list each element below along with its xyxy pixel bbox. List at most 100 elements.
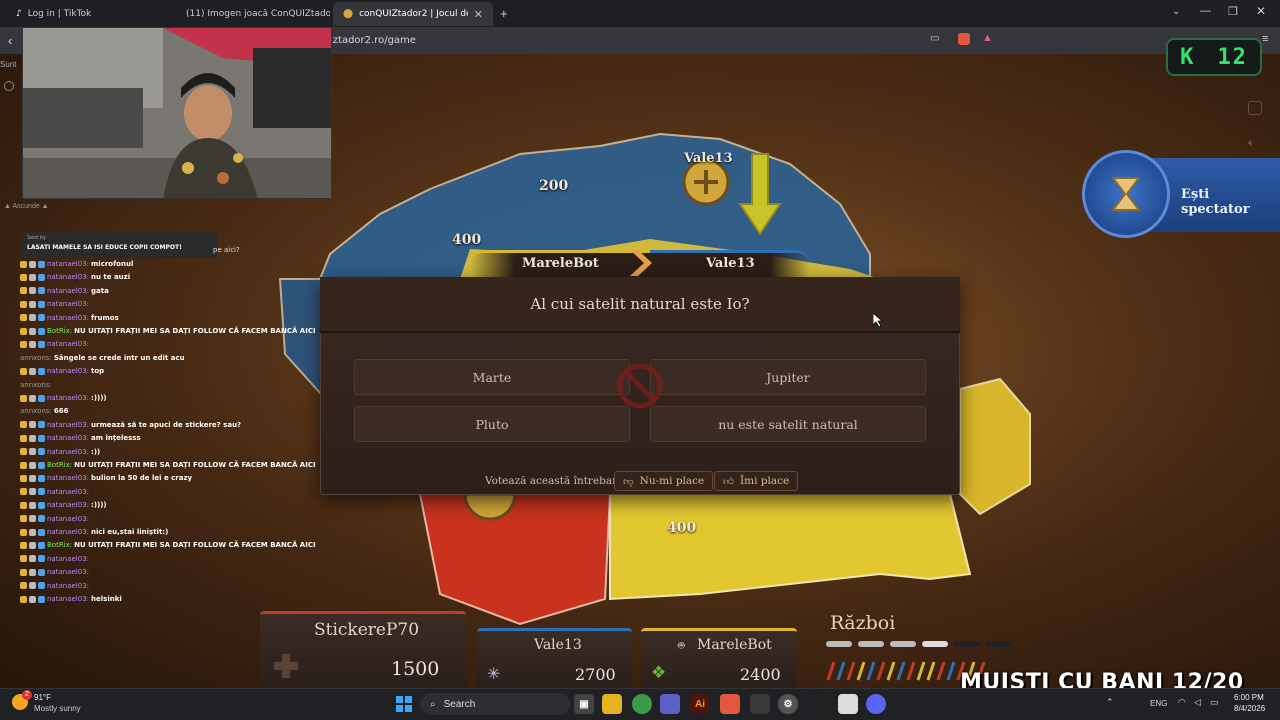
tab-youtube[interactable]: (11) Imogen joacă ConQUIZtador (m (170, 2, 330, 26)
chat-text: 666 (53, 407, 69, 416)
chat-badge-icon (29, 287, 36, 295)
chat-username[interactable]: natanael03: (47, 340, 89, 348)
answer-option[interactable]: nu este satelit natural (650, 406, 926, 442)
chat-badge-icon (20, 582, 27, 590)
chat-badge-icon (38, 273, 45, 281)
chat-badge-icon (20, 327, 27, 335)
minimize-icon[interactable]: — (1200, 5, 1211, 17)
player-crest-icon (274, 654, 298, 678)
thumbs-down-icon: 👎︎ (623, 475, 634, 488)
chat-badge-icon (29, 367, 36, 375)
wifi-icon[interactable]: ◠ (1178, 697, 1186, 708)
brave-icon[interactable] (720, 694, 740, 714)
chat-badge-icon (38, 568, 45, 576)
chat-text: nu te auzi (91, 273, 131, 282)
chat-username[interactable]: BotRix: (47, 327, 72, 335)
hide-chat-toggle[interactable]: ▲ Ascunde ▲ (4, 203, 49, 210)
chat-username[interactable]: natanael03: (47, 273, 89, 281)
tab-conquiztador[interactable]: ⬤ conQUIZtador2 | Jocul de cult ✕ (333, 2, 493, 26)
taskbar-search[interactable]: ⌕ Search (420, 693, 570, 715)
chat-badge-icon (29, 474, 36, 482)
close-tab-icon[interactable]: ✕ (474, 8, 483, 21)
close-window-icon[interactable]: ✕ (1256, 4, 1266, 18)
notification-badge: 2 (22, 690, 32, 700)
app-icon[interactable] (838, 694, 858, 714)
url-field[interactable]: iztador2.ro/game (330, 35, 416, 46)
chat-username[interactable]: natanael03: (47, 555, 89, 563)
chat-username[interactable]: annxons: (20, 407, 52, 415)
chat-badge-icon (38, 541, 45, 549)
chat-text: NU UITAȚI FRAȚII MEI SA DAȚI FOLLOW CĂ F… (74, 541, 316, 550)
file-explorer-icon[interactable] (602, 694, 622, 714)
chat-text: :)) (91, 447, 101, 456)
chat-username[interactable]: annxons: (20, 381, 52, 389)
chat-username[interactable]: natanael03: (47, 568, 89, 576)
illustrator-icon[interactable]: Ai (690, 694, 710, 714)
chat-username[interactable]: natanael03: (47, 394, 89, 402)
chat-username[interactable]: natanael03: (47, 300, 89, 308)
answer-option[interactable]: Jupiter (650, 359, 926, 395)
dislike-button[interactable]: 👎︎ Nu-mi place (614, 471, 714, 491)
answer-option[interactable]: Pluto (354, 406, 630, 442)
screen-icon[interactable]: ▭ (930, 33, 939, 44)
menu-icon[interactable]: ≡ (1262, 33, 1268, 45)
chat-username[interactable]: BotRix: (47, 461, 72, 469)
teams-icon[interactable] (660, 694, 680, 714)
volume-icon[interactable]: ◁ (1194, 697, 1201, 708)
chat-username[interactable]: natanael03: (47, 448, 89, 456)
rewards-icon[interactable]: ▲ (982, 32, 993, 44)
task-view-icon[interactable]: ▣ (574, 694, 594, 714)
maximize-icon[interactable]: ❐ (1228, 5, 1238, 18)
new-tab-button[interactable]: + (500, 6, 508, 21)
chat-message: natanael03: gata (20, 285, 109, 297)
settings-icon[interactable]: ⚙ (778, 694, 798, 714)
bot-icon: 🤖︎ (678, 640, 685, 652)
chat-username[interactable]: annxons: (20, 354, 52, 362)
tab-list-icon[interactable]: ⌄ (1172, 6, 1180, 17)
chrome-icon[interactable] (632, 694, 652, 714)
battery-icon[interactable]: ▭ (1210, 697, 1219, 708)
chat-username[interactable]: natanael03: (47, 314, 89, 322)
back-icon[interactable]: ‹ (8, 33, 12, 48)
language-indicator[interactable]: ENG (1150, 699, 1167, 708)
region-score: 200 (539, 178, 569, 194)
chat-message: natanael03: frumos (20, 312, 119, 324)
score-panel: StickereP70 1500 (260, 611, 466, 688)
chat-username[interactable]: natanael03: (47, 582, 89, 590)
clock-date[interactable]: 8/4/2026 (1234, 704, 1265, 713)
clock-time[interactable]: 6:00 PM (1234, 693, 1264, 702)
like-button[interactable]: 👍︎ Îmi place (714, 471, 799, 491)
tab-tiktok[interactable]: ♪ Log in | TikTok (6, 2, 166, 26)
chat-username[interactable]: natanael03: (47, 515, 89, 523)
chat-username[interactable]: natanael03: (47, 260, 89, 268)
chat-username[interactable]: natanael03: (47, 528, 89, 536)
windows-start-icon[interactable] (396, 696, 412, 717)
chat-username[interactable]: BotRix: (47, 541, 72, 549)
chat-message: natanael03: bulion la 50 de lei e crazy (20, 472, 192, 484)
obs-icon[interactable] (808, 694, 828, 714)
chat-username[interactable]: natanael03: (47, 488, 89, 496)
sound-icon[interactable]: 🔈︎ (1248, 137, 1255, 150)
chat-badge-icon (38, 528, 45, 536)
fullscreen-icon[interactable] (1248, 101, 1262, 115)
chat-badge-icon (20, 541, 27, 549)
chat-username[interactable]: natanael03: (47, 474, 89, 482)
tray-chevron-icon[interactable]: ⌃ (1106, 697, 1114, 708)
chat-badge-icon (38, 421, 45, 429)
blocked-icon (616, 362, 664, 410)
discord-icon[interactable] (866, 694, 886, 714)
chat-badge-icon (20, 300, 27, 308)
brave-shield-icon[interactable] (958, 33, 970, 45)
app-icon[interactable] (750, 694, 770, 714)
chat-username[interactable]: natanael03: (47, 434, 89, 442)
chat-username[interactable]: natanael03: (47, 367, 89, 375)
chat-username[interactable]: natanael03: (47, 421, 89, 429)
hourglass-icon (1111, 177, 1141, 211)
answer-option[interactable]: Marte (354, 359, 630, 395)
chat-username[interactable]: natanael03: (47, 501, 89, 509)
chat-badge-icon (20, 273, 27, 281)
chat-username[interactable]: natanael03: (47, 595, 89, 603)
weather-desc: Mostly sunny (34, 704, 81, 713)
chat-badge-icon (29, 461, 36, 469)
chat-username[interactable]: natanael03: (47, 287, 89, 295)
